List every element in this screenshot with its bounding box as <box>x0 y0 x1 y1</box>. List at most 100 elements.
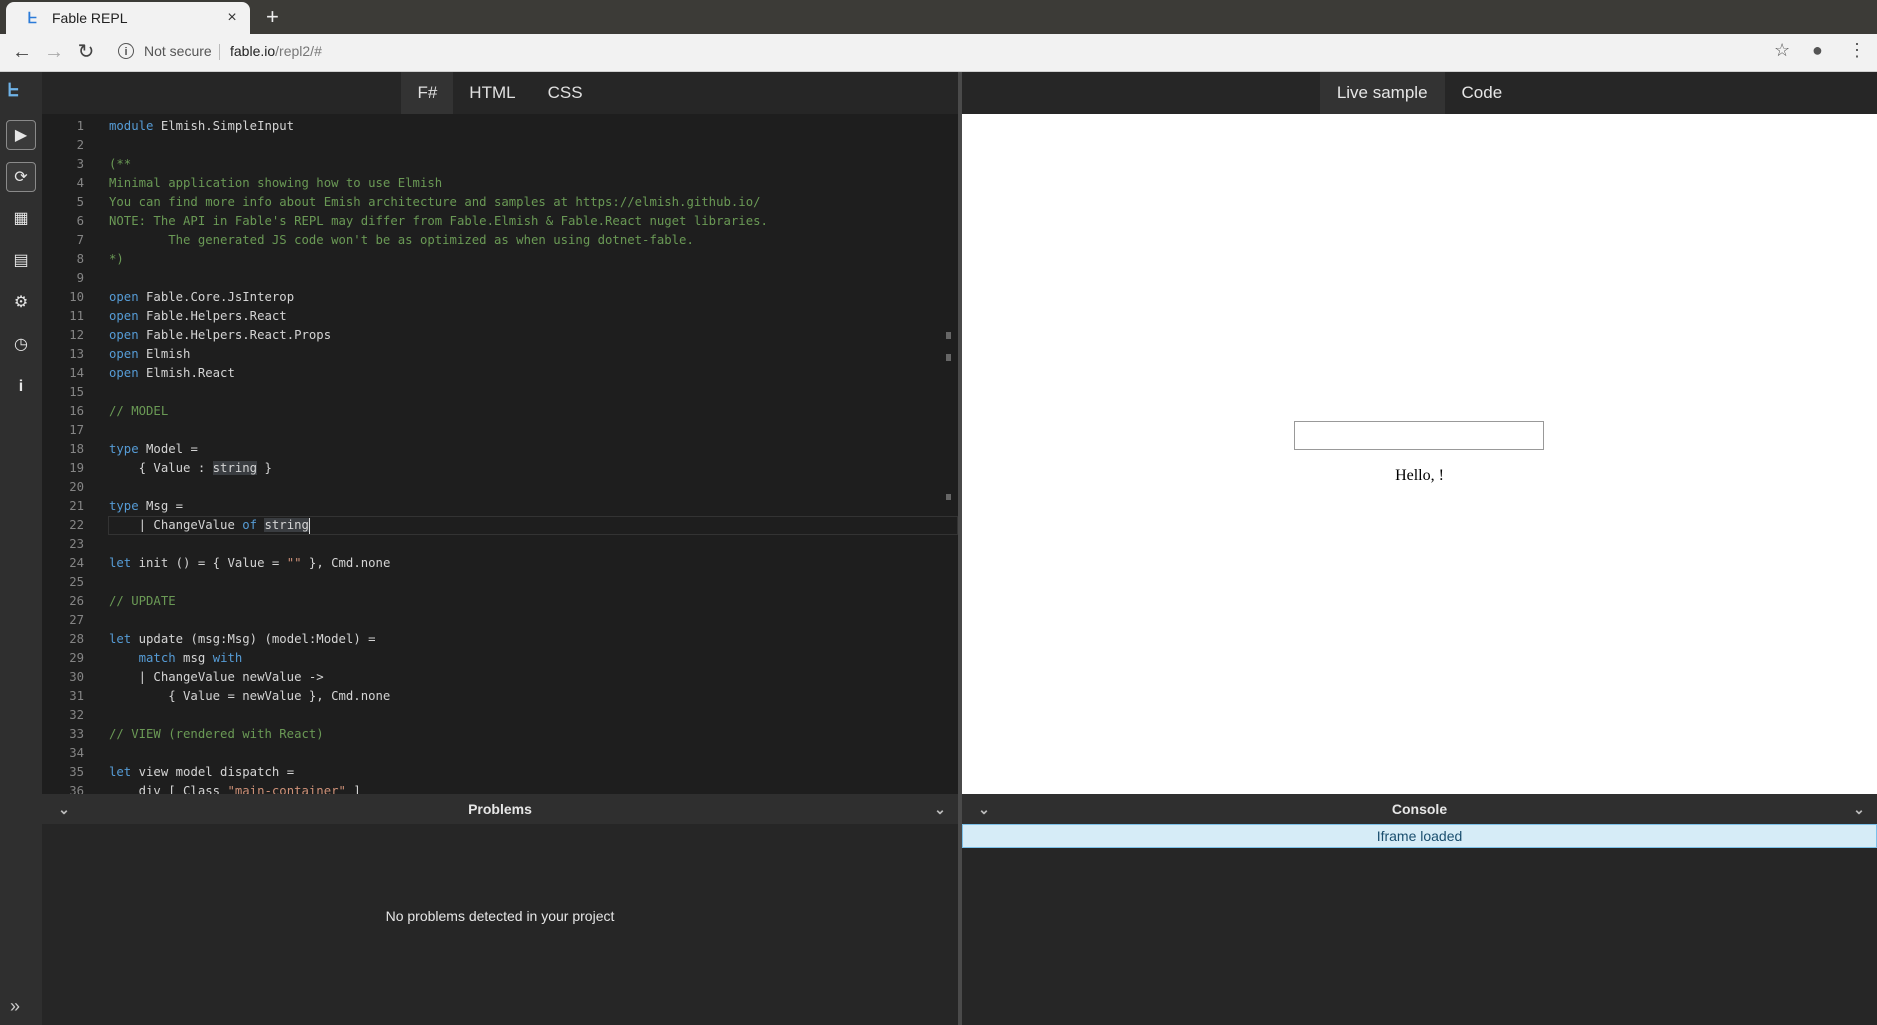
code-text: | ChangeValue of string <box>109 517 310 534</box>
code-line[interactable]: 21 type Msg = <box>42 497 958 516</box>
line-number: 35 <box>69 765 84 779</box>
console-panel: Iframe loaded <box>962 824 1877 1025</box>
refresh-icon[interactable]: ⟳ <box>6 162 36 192</box>
code-line[interactable]: 15 <box>42 383 958 402</box>
code-line[interactable]: 13 open Elmish <box>42 345 958 364</box>
code-line[interactable]: 4 Minimal application showing how to use … <box>42 174 958 193</box>
code-line[interactable]: 27 <box>42 611 958 630</box>
code-line[interactable]: 35 let view model dispatch = <box>42 763 958 782</box>
code-line[interactable]: 29 match msg with <box>42 649 958 668</box>
code-line[interactable]: 18 type Model = <box>42 440 958 459</box>
browser-tab[interactable]: ᖶ Fable REPL × <box>6 2 250 34</box>
tab-code[interactable]: Code <box>1445 72 1520 114</box>
code-text: You can find more info about Emish archi… <box>109 195 761 209</box>
address-bar: ← → ↻ i Not secure fable.io/repl2/# ☆ ● … <box>0 34 1877 72</box>
bookmark-star-icon[interactable]: ☆ <box>1774 40 1790 61</box>
code-line[interactable]: 22 | ChangeValue of string <box>42 516 958 535</box>
chevron-down-icon[interactable]: ⌄ <box>54 794 74 824</box>
code-line[interactable]: 3 (** <box>42 155 958 174</box>
line-number: 15 <box>69 385 84 399</box>
code-line[interactable]: 11 open Fable.Helpers.React <box>42 307 958 326</box>
gear-icon[interactable]: ⚙ <box>6 288 36 318</box>
new-tab-button[interactable]: + <box>266 4 279 30</box>
code-line[interactable]: 28 let update (msg:Msg) (model:Model) = <box>42 630 958 649</box>
code-text: (** <box>109 157 132 171</box>
code-editor[interactable]: 1 module Elmish.SimpleInput 2 3 (** 4 Minimal … <box>42 114 958 794</box>
code-line[interactable]: 2 <box>42 136 958 155</box>
tab-live-sample[interactable]: Live sample <box>1319 72 1445 114</box>
fable-repl-app: ᖶ ▶ ⟳ ▦ ▤ ⚙ ◷ i » F# HTML CSS 1 module El… <box>0 72 1877 1025</box>
line-number: 29 <box>69 651 84 665</box>
preview-tabs: Live sample Code <box>962 72 1877 114</box>
forward-button[interactable]: → <box>42 40 66 64</box>
code-text: open Fable.Core.JsInterop <box>109 290 295 304</box>
code-line[interactable]: 23 <box>42 535 958 554</box>
history-icon[interactable]: ◷ <box>6 330 36 360</box>
code-line[interactable]: 33 // VIEW (rendered with React) <box>42 725 958 744</box>
editor-pane: F# HTML CSS 1 module Elmish.SimpleInput 2 3… <box>42 72 958 1025</box>
code-text: let view model dispatch = <box>109 765 295 779</box>
code-line[interactable]: 30 | ChangeValue newValue -> <box>42 668 958 687</box>
code-line[interactable]: 5 You can find more info about Emish arch… <box>42 193 958 212</box>
line-number: 2 <box>76 138 84 152</box>
code-line[interactable]: 7 The generated JS code won't be as opti… <box>42 231 958 250</box>
security-label[interactable]: Not secure <box>144 43 212 59</box>
problems-header[interactable]: ⌄ Problems ⌄ <box>42 794 958 824</box>
apps-icon[interactable]: ▦ <box>6 204 36 234</box>
code-text: // VIEW (rendered with React) <box>109 727 324 741</box>
reload-button[interactable]: ↻ <box>74 40 98 64</box>
line-number: 13 <box>69 347 84 361</box>
chevron-down-icon[interactable]: ⌄ <box>1849 794 1869 824</box>
preview-pane: Live sample Code Hello, ! ⌄ Console ⌄ If… <box>962 72 1877 1025</box>
line-number: 1 <box>76 119 84 133</box>
code-line[interactable]: 34 <box>42 744 958 763</box>
chevron-down-icon[interactable]: ⌄ <box>930 794 950 824</box>
info-icon[interactable]: i <box>118 43 134 59</box>
code-text: match msg with <box>138 651 243 665</box>
back-button[interactable]: ← <box>10 40 34 64</box>
code-line[interactable]: 19 { Value : string } <box>42 459 958 478</box>
browser-menu-icon[interactable]: ⋮ <box>1848 40 1866 61</box>
book-icon[interactable]: ▤ <box>6 246 36 276</box>
line-number: 23 <box>69 537 84 551</box>
code-line[interactable]: 26 // UPDATE <box>42 592 958 611</box>
close-tab-icon[interactable]: × <box>222 9 242 27</box>
code-text: *) <box>109 252 124 266</box>
code-line[interactable]: 25 <box>42 573 958 592</box>
code-line[interactable]: 24 let init () = { Value = "" }, Cmd.none <box>42 554 958 573</box>
line-number: 28 <box>69 632 84 646</box>
code-line[interactable]: 17 <box>42 421 958 440</box>
code-line[interactable]: 8 *) <box>42 250 958 269</box>
console-header[interactable]: ⌄ Console ⌄ <box>962 794 1877 824</box>
line-number: 3 <box>76 157 84 171</box>
run-icon[interactable]: ▶ <box>6 120 36 150</box>
code-line[interactable]: 10 open Fable.Core.JsInterop <box>42 288 958 307</box>
tab-fsharp[interactable]: F# <box>401 72 454 114</box>
line-number: 33 <box>69 727 84 741</box>
code-line[interactable]: 36 div [ Class "main-container" ] <box>42 782 958 794</box>
code-line[interactable]: 20 <box>42 478 958 497</box>
line-number: 16 <box>69 404 84 418</box>
profile-avatar-icon[interactable]: ● <box>1812 40 1823 61</box>
code-text: let init () = { Value = "" }, Cmd.none <box>109 556 391 570</box>
code-line[interactable]: 6 NOTE: The API in Fable's REPL may diffe… <box>42 212 958 231</box>
expand-sidebar-icon[interactable]: » <box>10 996 20 1017</box>
code-text: | ChangeValue newValue -> <box>109 670 324 684</box>
tab-html[interactable]: HTML <box>453 72 531 114</box>
problems-panel: No problems detected in your project <box>42 824 958 1025</box>
info-icon[interactable]: i <box>6 372 36 402</box>
sample-text-input[interactable] <box>1294 421 1544 450</box>
code-text: type Msg = <box>109 499 184 513</box>
code-line[interactable]: 16 // MODEL <box>42 402 958 421</box>
code-line[interactable]: 14 open Elmish.React <box>42 364 958 383</box>
code-line[interactable]: 1 module Elmish.SimpleInput <box>42 117 958 136</box>
code-line[interactable]: 12 open Fable.Helpers.React.Props <box>42 326 958 345</box>
tab-css[interactable]: CSS <box>532 72 599 114</box>
code-line[interactable]: 31 { Value = newValue }, Cmd.none <box>42 687 958 706</box>
url-field[interactable]: fable.io/repl2/# <box>230 43 322 59</box>
code-line[interactable]: 9 <box>42 269 958 288</box>
line-number: 19 <box>69 461 84 475</box>
chevron-down-icon[interactable]: ⌄ <box>974 794 994 824</box>
omnibox-divider <box>219 44 220 60</box>
code-line[interactable]: 32 <box>42 706 958 725</box>
